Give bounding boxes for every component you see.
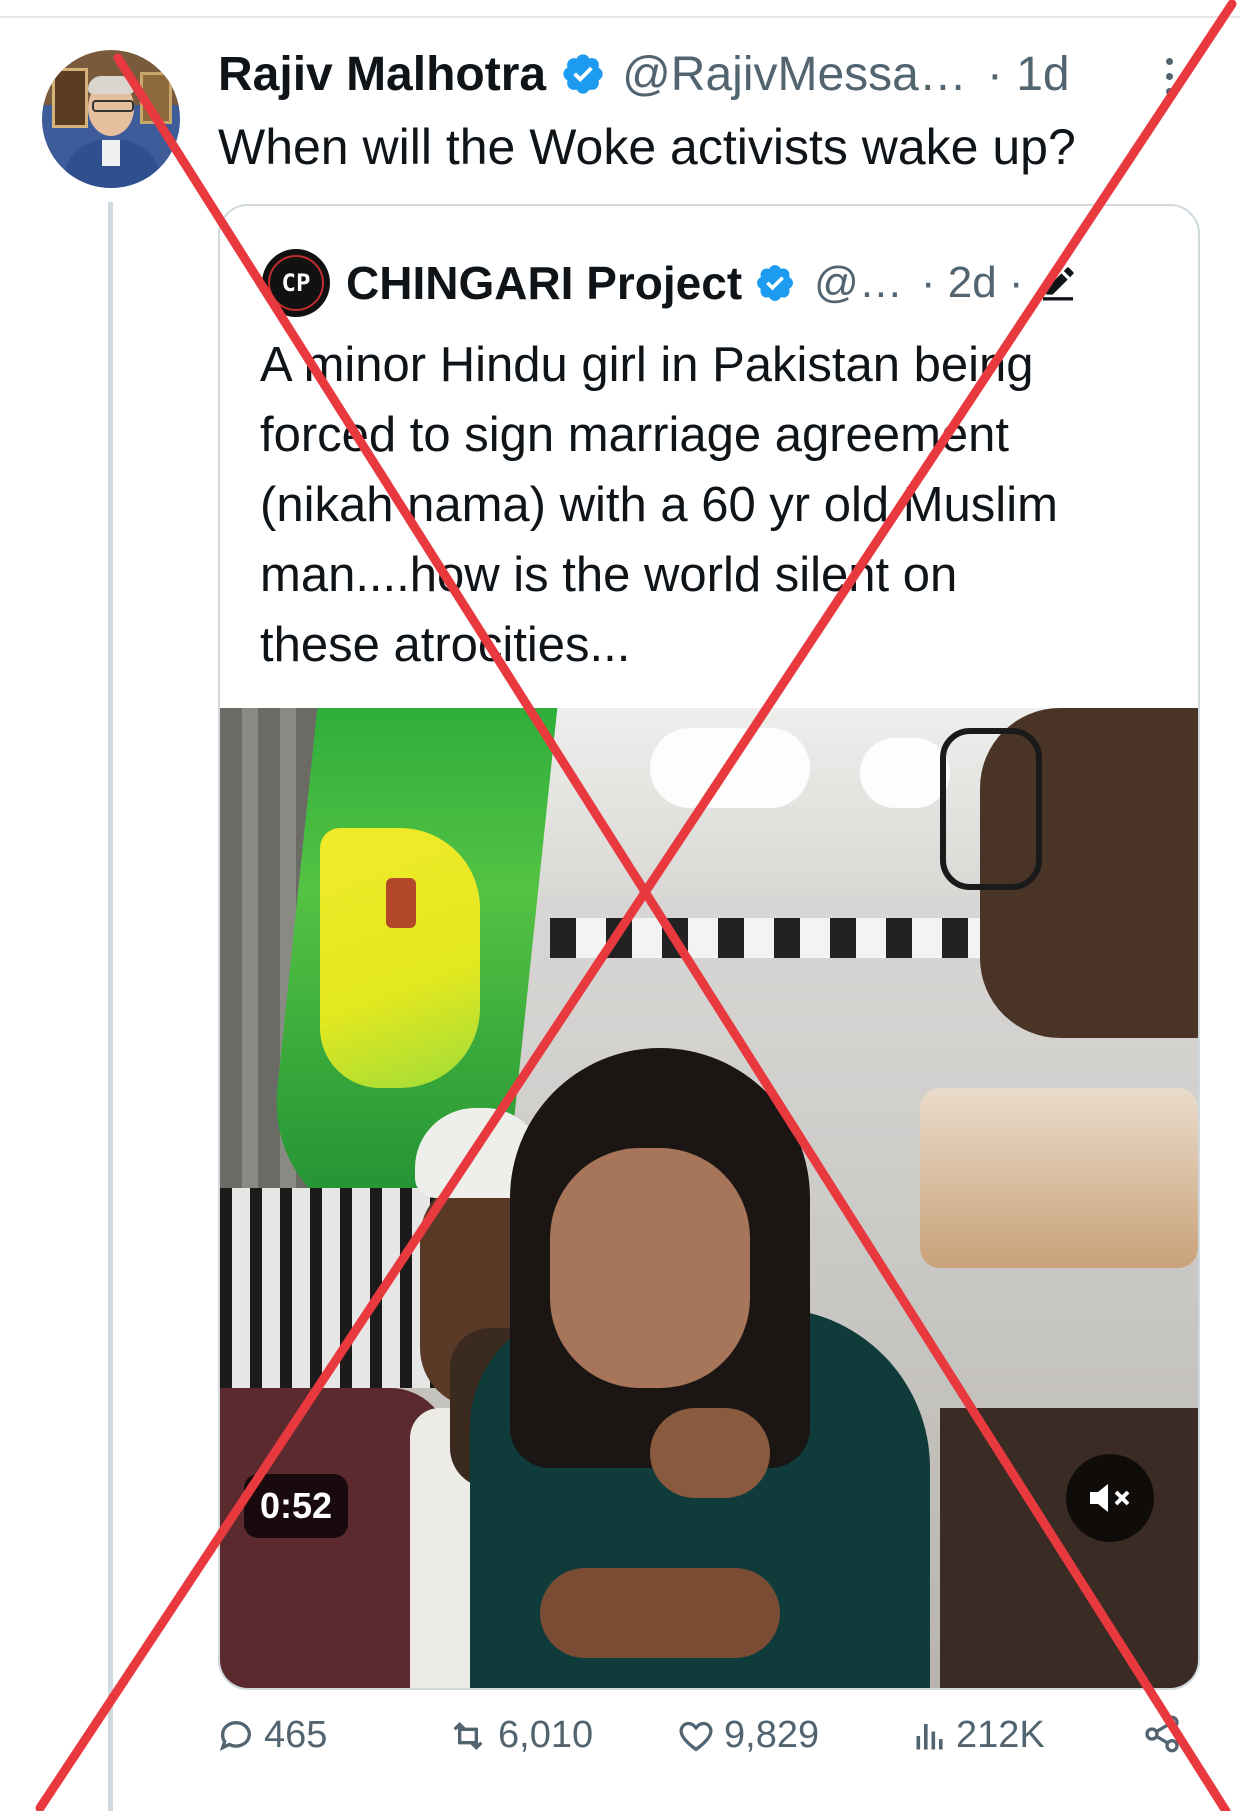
- quoted-tweet-text: A minor Hindu girl in Pakistan being for…: [260, 330, 1180, 680]
- top-divider: [0, 16, 1240, 18]
- thread-line: [108, 202, 113, 1811]
- avatar-glasses: [92, 100, 134, 112]
- share-button[interactable]: [1142, 1714, 1190, 1754]
- author-avatar[interactable]: [42, 50, 180, 188]
- mute-toggle-button[interactable]: [1066, 1454, 1154, 1542]
- views-button[interactable]: 212K: [912, 1714, 1045, 1757]
- reply-icon: [219, 1720, 251, 1751]
- quoted-tweet-time[interactable]: · 2d ·: [921, 258, 1024, 308]
- video-scene-yellow-decoration: [320, 828, 480, 1088]
- quoted-tweet-card[interactable]: CP CHINGARI Project @… · 2d · A minor Hi…: [218, 204, 1200, 1690]
- quoted-text-line: man....how is the world silent on: [260, 548, 958, 602]
- author-name[interactable]: Rajiv Malhotra: [218, 47, 546, 102]
- quoted-text-line: these atrocities...: [260, 618, 631, 672]
- video-scene-table: [920, 1088, 1198, 1268]
- quoted-author-avatar[interactable]: CP: [262, 249, 330, 317]
- video-scene-hand: [540, 1568, 780, 1658]
- verified-badge-icon: [563, 54, 603, 94]
- verified-badge-icon: [757, 265, 794, 301]
- speaker-muted-icon: [1090, 1484, 1130, 1512]
- quoted-author-handle[interactable]: @…: [814, 258, 903, 308]
- video-scene-light: [650, 728, 810, 808]
- quoted-avatar-logo-text: CP: [281, 269, 311, 297]
- video-scene-right-figure: [940, 1408, 1198, 1688]
- video-player[interactable]: 0:52: [220, 708, 1198, 1688]
- reply-count: 465: [264, 1714, 328, 1756]
- heart-icon: [679, 1721, 713, 1751]
- quoted-text-line: (nikah nama) with a 60 yr old Muslim: [260, 478, 1058, 532]
- author-handle[interactable]: @RajivMessa…: [622, 47, 967, 102]
- video-scene-girl-face: [550, 1148, 750, 1388]
- more-options-icon[interactable]: [1166, 58, 1176, 98]
- tweet-time[interactable]: · 1d: [987, 47, 1070, 102]
- tweet-header: Rajiv Malhotra @RajivMessa… · 1d: [218, 44, 1070, 104]
- avatar-background-frame: [140, 72, 172, 124]
- like-button[interactable]: 9,829: [676, 1714, 819, 1757]
- video-duration-badge: 0:52: [244, 1474, 349, 1538]
- repost-icon: [453, 1721, 483, 1750]
- tweet-actions-bar: 465 6,010 9,829 212K: [0, 1714, 1240, 1774]
- view-count: 212K: [956, 1714, 1045, 1756]
- avatar-hair: [88, 76, 134, 94]
- repost-button[interactable]: 6,010: [446, 1714, 593, 1757]
- share-icon: [1145, 1715, 1179, 1753]
- quoted-text-line: forced to sign marriage agreement: [260, 408, 1009, 462]
- avatar-collar: [102, 140, 120, 166]
- reply-button[interactable]: 465: [216, 1714, 327, 1757]
- video-scene-hand: [650, 1408, 770, 1498]
- quoted-text-line: A minor Hindu girl in Pakistan being: [260, 338, 1034, 392]
- video-scene-glasses: [940, 728, 1042, 890]
- video-scene-light: [860, 738, 950, 808]
- bar-chart-icon: [916, 1723, 943, 1749]
- avatar-background-frame: [52, 68, 88, 128]
- like-count: 9,829: [724, 1714, 820, 1756]
- repost-count: 6,010: [498, 1714, 594, 1756]
- tweet-text: When will the Woke activists wake up?: [218, 119, 1076, 175]
- video-scene-ornament: [386, 878, 416, 928]
- quoted-author-name[interactable]: CHINGARI Project: [346, 256, 742, 310]
- quoted-tweet-header: CP CHINGARI Project @… · 2d ·: [262, 246, 1078, 320]
- edited-pencil-icon[interactable]: [1038, 263, 1078, 303]
